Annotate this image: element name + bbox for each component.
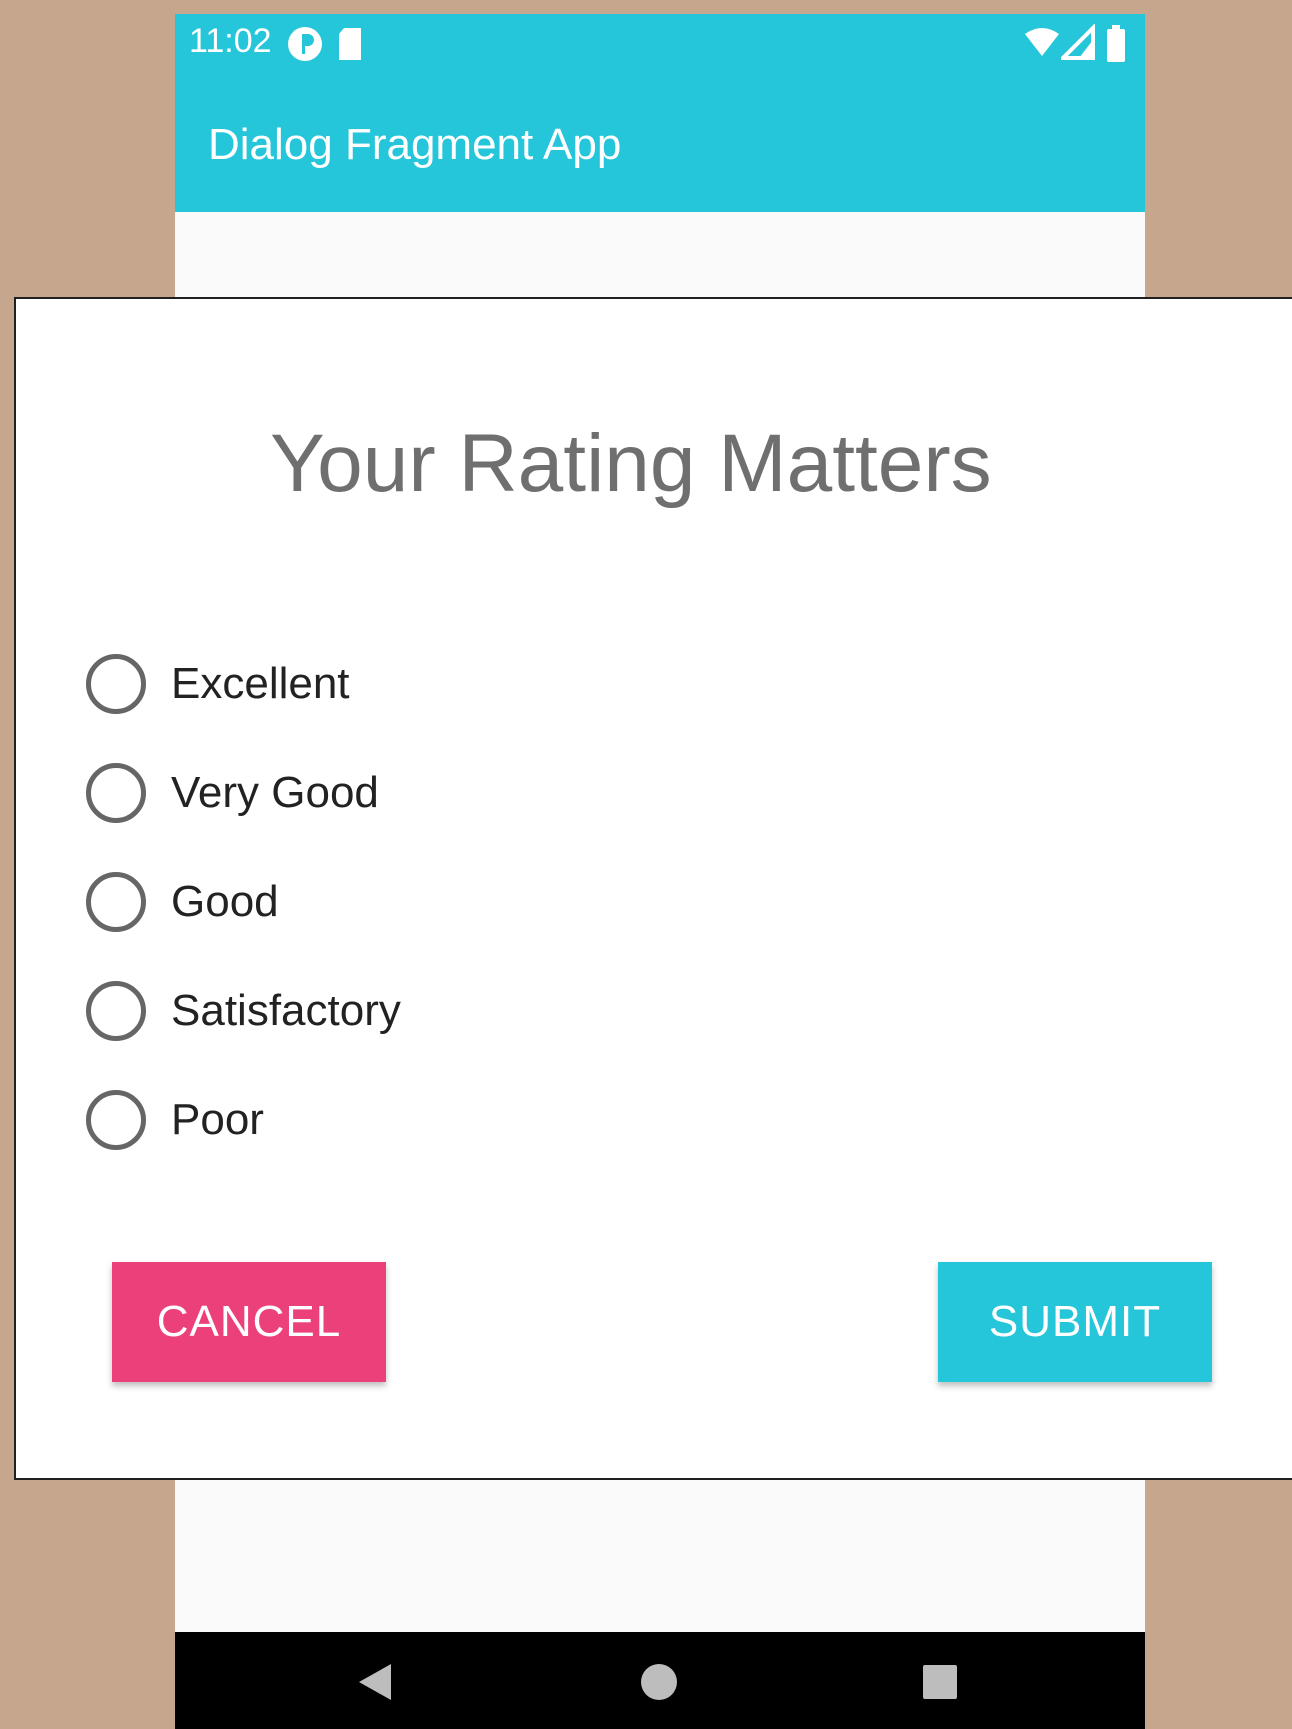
radio-button[interactable]: [86, 762, 146, 823]
home-icon[interactable]: [639, 1660, 679, 1709]
signal-icon: [1058, 23, 1095, 67]
recents-icon[interactable]: [920, 1660, 960, 1709]
radio-button[interactable]: [86, 653, 146, 714]
sd-card-icon: [335, 24, 365, 69]
navigation-bar: [175, 1632, 1145, 1729]
rating-options: Excellent Very Good Good Satisfactory Po…: [86, 629, 401, 1174]
back-icon[interactable]: [355, 1660, 395, 1709]
rating-option-satisfactory[interactable]: Satisfactory: [86, 956, 401, 1065]
radio-button[interactable]: [86, 980, 146, 1041]
submit-button[interactable]: SUBMIT: [938, 1262, 1212, 1382]
radio-label: Good: [171, 876, 279, 926]
rating-option-poor[interactable]: Poor: [86, 1065, 401, 1174]
rating-option-excellent[interactable]: Excellent: [86, 629, 401, 738]
rating-option-good[interactable]: Good: [86, 847, 401, 956]
radio-label: Excellent: [171, 658, 350, 708]
battery-icon: [1105, 24, 1127, 69]
radio-label: Very Good: [171, 767, 379, 817]
radio-label: Satisfactory: [171, 985, 401, 1035]
radio-button[interactable]: [86, 1089, 146, 1150]
radio-button[interactable]: [86, 871, 146, 932]
dialog-title: Your Rating Matters: [270, 418, 992, 509]
app-title: Dialog Fragment App: [208, 120, 622, 169]
radio-label: Poor: [171, 1094, 264, 1144]
cancel-button[interactable]: CANCEL: [112, 1262, 386, 1382]
status-bar: 11:02: [175, 14, 1145, 76]
wifi-icon: [1023, 24, 1061, 67]
rating-dialog: Your Rating Matters Excellent Very Good …: [14, 297, 1292, 1480]
rating-option-very-good[interactable]: Very Good: [86, 738, 401, 847]
status-time: 11:02: [189, 22, 272, 60]
app-notification-icon: [285, 24, 325, 69]
app-bar: Dialog Fragment App: [175, 76, 1145, 212]
